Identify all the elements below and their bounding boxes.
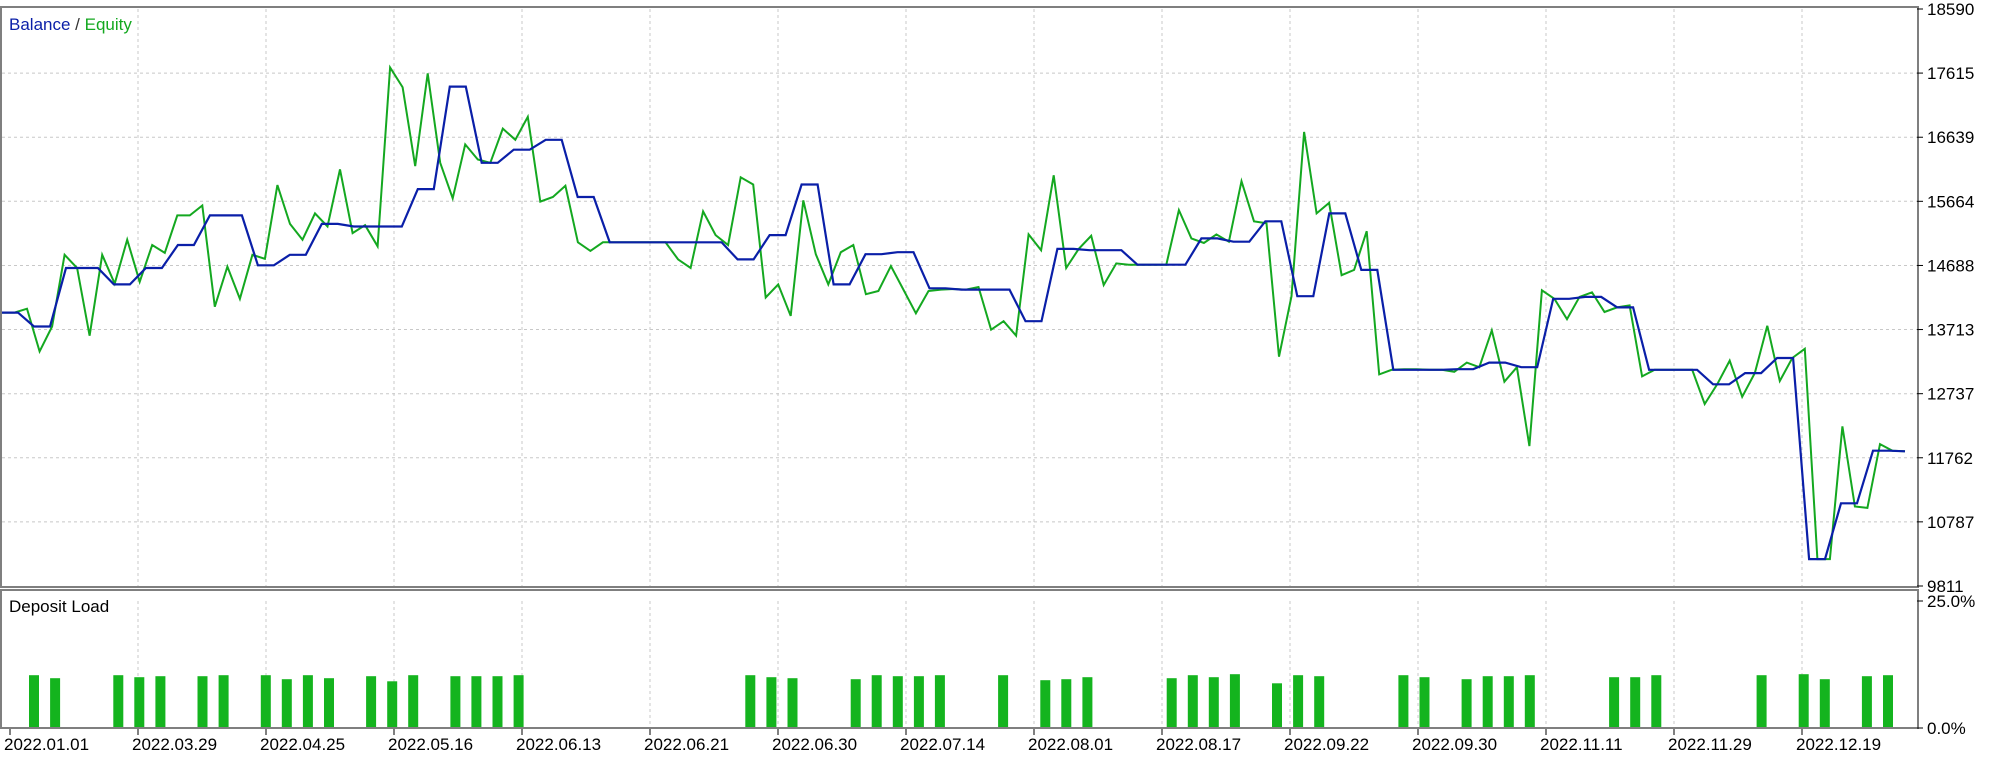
x-tick-label: 2022.01.01: [4, 735, 89, 754]
legend-separator: /: [70, 15, 84, 34]
y-tick-label: 18590: [1927, 0, 1974, 19]
x-tick-label: 2022.08.17: [1156, 735, 1241, 754]
deposit-load-bar: [1798, 674, 1809, 728]
legend-equity: Equity: [85, 15, 133, 34]
deposit-load-bar: [1272, 683, 1282, 728]
deposit-load-bar: [366, 676, 377, 728]
x-tick-label: 2022.07.14: [900, 735, 985, 754]
y-tick-label: 14688: [1927, 256, 1974, 275]
x-tick-label: 2022.06.30: [772, 735, 857, 754]
balance-equity-report: 18590 17615 16639 15664 14688 13713 12737 11762…: [0, 0, 2008, 758]
deposit-load-bar: [1082, 677, 1093, 728]
load-y-tick-label: 25.0%: [1927, 592, 1975, 611]
deposit-load-bar: [766, 677, 777, 728]
deposit-load-bar: [1524, 675, 1535, 728]
deposit-load-bar: [871, 675, 882, 728]
deposit-load-bar: [1040, 680, 1051, 728]
deposit-load-bar: [324, 678, 334, 728]
x-tick-label: 2022.09.30: [1412, 735, 1497, 754]
y-tick-label: 15664: [1927, 192, 1974, 211]
deposit-load-bar: [1503, 676, 1514, 728]
x-tick-label: 2022.09.22: [1284, 735, 1369, 754]
deposit-load-bar: [913, 676, 924, 728]
x-tick-label: 2022.03.29: [132, 735, 217, 754]
deposit-load-bar: [787, 678, 798, 728]
deposit-load-bar: [50, 678, 61, 728]
deposit-load-bar: [197, 676, 208, 728]
x-tick-label: 2022.04.25: [260, 735, 345, 754]
deposit-load-bar: [1756, 675, 1767, 728]
x-tick-label: 2022.08.01: [1028, 735, 1113, 754]
deposit-load-bar: [1861, 676, 1872, 728]
load-y-tick-label: 0.0%: [1927, 719, 1966, 738]
deposit-load-bar: [134, 677, 145, 728]
deposit-load-bar: [513, 675, 524, 728]
x-tick-label: 2022.11.29: [1668, 735, 1752, 754]
deposit-load-bar: [934, 675, 945, 728]
deposit-load-bar: [998, 675, 1009, 728]
y-tick-label: 12737: [1927, 385, 1974, 404]
deposit-load-bar: [450, 676, 461, 728]
deposit-load-bar: [155, 676, 166, 728]
y-tick-label: 10787: [1927, 513, 1974, 532]
deposit-load-bar: [745, 675, 756, 728]
y-tick-label: 16639: [1927, 128, 1974, 147]
deposit-load-bar: [892, 676, 903, 728]
deposit-load-bar: [1314, 676, 1325, 728]
chart-legend: Balance / Equity: [9, 15, 132, 34]
x-tick-label: 2022.06.21: [644, 735, 729, 754]
load-panel-title: Deposit Load: [9, 597, 109, 616]
deposit-load-bar: [29, 675, 39, 728]
x-tick-label: 2022.11.11: [1540, 735, 1623, 754]
deposit-load-bar: [260, 675, 271, 728]
deposit-load-bar: [1482, 676, 1493, 728]
deposit-load-bar: [1061, 679, 1072, 728]
deposit-load-bar: [1883, 675, 1893, 728]
deposit-load-bar: [218, 675, 229, 728]
deposit-load-bar: [1651, 675, 1662, 728]
x-tick-label: 2022.06.13: [516, 735, 601, 754]
deposit-load-bar: [1187, 675, 1198, 728]
deposit-load-bar: [1609, 677, 1620, 728]
deposit-load-bar: [1398, 675, 1409, 728]
deposit-load-bar: [471, 676, 482, 728]
deposit-load-bar: [1819, 679, 1830, 728]
deposit-load-bar: [1166, 678, 1177, 728]
deposit-load-bar: [850, 679, 861, 728]
y-tick-label: 11762: [1927, 449, 1973, 468]
deposit-load-bar: [281, 679, 292, 728]
deposit-load-bar: [1419, 677, 1430, 728]
legend-balance: Balance: [9, 15, 70, 34]
x-tick-label: 2022.05.16: [388, 735, 473, 754]
deposit-load-bar: [1630, 677, 1641, 728]
deposit-load-bar: [387, 681, 398, 728]
deposit-load-bar: [1461, 679, 1472, 728]
deposit-load-bar: [408, 675, 419, 728]
deposit-load-bar: [302, 675, 313, 728]
x-tick-label: 2022.12.19: [1796, 735, 1881, 754]
deposit-load-bar: [492, 676, 503, 728]
y-tick-label: 13713: [1927, 321, 1974, 340]
deposit-load-bar: [1208, 677, 1219, 728]
deposit-load-bar: [1293, 675, 1304, 728]
deposit-load-bar: [113, 675, 124, 728]
deposit-load-bar: [1229, 674, 1240, 728]
y-tick-label: 17615: [1927, 64, 1974, 83]
